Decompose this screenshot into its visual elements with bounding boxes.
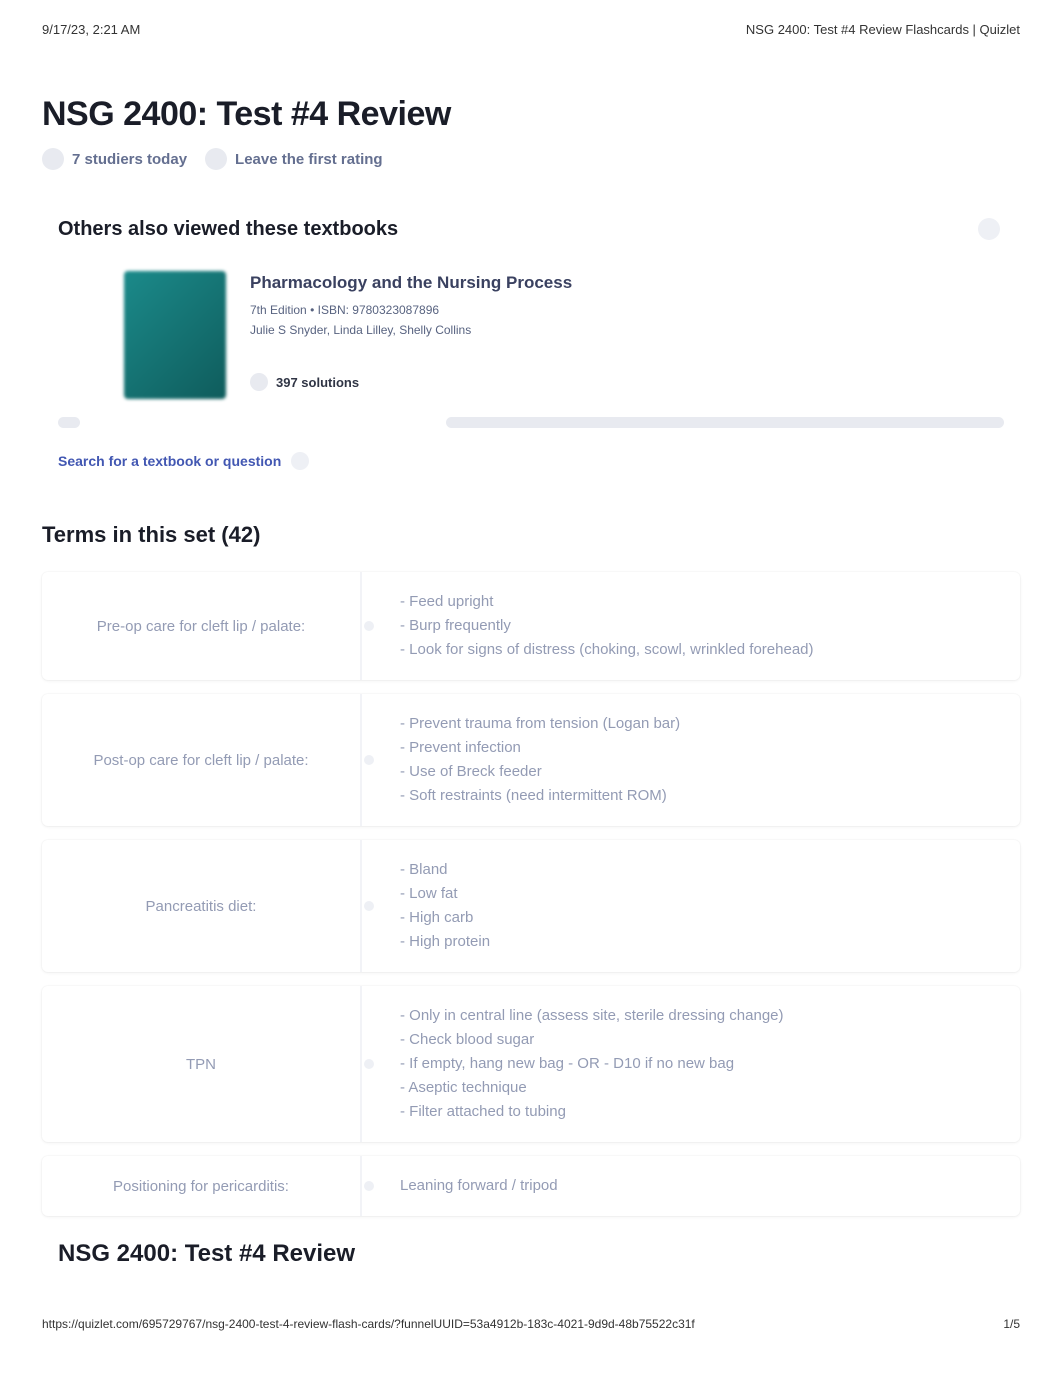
- terms-list: Pre-op care for cleft lip / palate: - Fe…: [42, 572, 1020, 1216]
- footer-title: NSG 2400: Test #4 Review: [42, 1240, 1020, 1268]
- card-marker: [362, 572, 376, 680]
- studiers-icon: [42, 148, 64, 170]
- definition-text: - Feed upright- Burp frequently- Look fo…: [376, 572, 1020, 680]
- card-marker: [362, 1156, 376, 1216]
- search-arrow-icon: [291, 452, 309, 470]
- print-footer: https://quizlet.com/695729767/nsg-2400-t…: [42, 1317, 1020, 1331]
- textbook-isbn: ISBN: 9780323087896: [318, 303, 439, 317]
- textbook-card[interactable]: Pharmacology and the Nursing Process 7th…: [42, 271, 1020, 399]
- studiers-meta[interactable]: 7 studiers today: [42, 148, 187, 170]
- definition-text: - Only in central line (assess site, ste…: [376, 986, 1020, 1142]
- search-row[interactable]: Search for a textbook or question: [42, 452, 1020, 470]
- meta-row: 7 studiers today Leave the first rating: [42, 148, 1020, 170]
- term-text: TPN: [42, 986, 362, 1142]
- textbook-solutions: 397 solutions: [250, 373, 572, 391]
- textbooks-heading: Others also viewed these textbooks: [42, 218, 1020, 241]
- card-marker: [362, 694, 376, 826]
- print-timestamp: 9/17/23, 2:21 AM: [42, 22, 140, 37]
- marker-icon: [364, 621, 374, 631]
- rating-meta[interactable]: Leave the first rating: [205, 148, 383, 170]
- scroll-track[interactable]: [446, 417, 1004, 428]
- definition-text: - Bland- Low fat- High carb- High protei…: [376, 840, 1020, 972]
- marker-icon: [364, 1059, 374, 1069]
- search-link[interactable]: Search for a textbook or question: [58, 453, 281, 469]
- textbook-info: Pharmacology and the Nursing Process 7th…: [250, 271, 572, 399]
- solutions-count: 397 solutions: [276, 375, 359, 390]
- textbooks-section: Others also viewed these textbooks Pharm…: [42, 218, 1020, 470]
- terms-heading: Terms in this set (42): [42, 522, 1020, 548]
- textbook-authors: Julie S Snyder, Linda Lilley, Shelly Col…: [250, 323, 572, 337]
- textbook-title: Pharmacology and the Nursing Process: [250, 273, 572, 293]
- studiers-text: 7 studiers today: [72, 151, 187, 168]
- scroll-dot: [58, 417, 80, 428]
- page-title: NSG 2400: Test #4 Review: [42, 95, 1020, 134]
- verified-icon: [250, 373, 268, 391]
- textbook-meta: 7th Edition • ISBN: 9780323087896: [250, 303, 572, 317]
- marker-icon: [364, 901, 374, 911]
- textbook-thumbnail: [124, 271, 226, 399]
- term-card[interactable]: Positioning for pericarditis: Leaning fo…: [42, 1156, 1020, 1216]
- footer-page: 1/5: [1003, 1317, 1020, 1331]
- close-icon[interactable]: [978, 218, 1000, 240]
- footer-url: https://quizlet.com/695729767/nsg-2400-t…: [42, 1317, 695, 1331]
- term-card[interactable]: TPN - Only in central line (assess site,…: [42, 986, 1020, 1142]
- term-text: Post-op care for cleft lip / palate:: [42, 694, 362, 826]
- print-doc-title: NSG 2400: Test #4 Review Flashcards | Qu…: [746, 22, 1020, 37]
- rating-text: Leave the first rating: [235, 151, 383, 168]
- scroll-indicator: [42, 417, 1020, 428]
- definition-text: Leaning forward / tripod: [376, 1156, 1020, 1216]
- term-text: Positioning for pericarditis:: [42, 1156, 362, 1216]
- term-card[interactable]: Post-op care for cleft lip / palate: - P…: [42, 694, 1020, 826]
- star-icon: [205, 148, 227, 170]
- term-card[interactable]: Pre-op care for cleft lip / palate: - Fe…: [42, 572, 1020, 680]
- card-marker: [362, 986, 376, 1142]
- marker-icon: [364, 1181, 374, 1191]
- term-text: Pancreatitis diet:: [42, 840, 362, 972]
- term-text: Pre-op care for cleft lip / palate:: [42, 572, 362, 680]
- definition-text: - Prevent trauma from tension (Logan bar…: [376, 694, 1020, 826]
- main-content: NSG 2400: Test #4 Review 7 studiers toda…: [0, 47, 1062, 1268]
- print-header: 9/17/23, 2:21 AM NSG 2400: Test #4 Revie…: [0, 0, 1062, 47]
- marker-icon: [364, 755, 374, 765]
- textbook-edition: 7th Edition: [250, 303, 307, 317]
- card-marker: [362, 840, 376, 972]
- term-card[interactable]: Pancreatitis diet: - Bland- Low fat- Hig…: [42, 840, 1020, 972]
